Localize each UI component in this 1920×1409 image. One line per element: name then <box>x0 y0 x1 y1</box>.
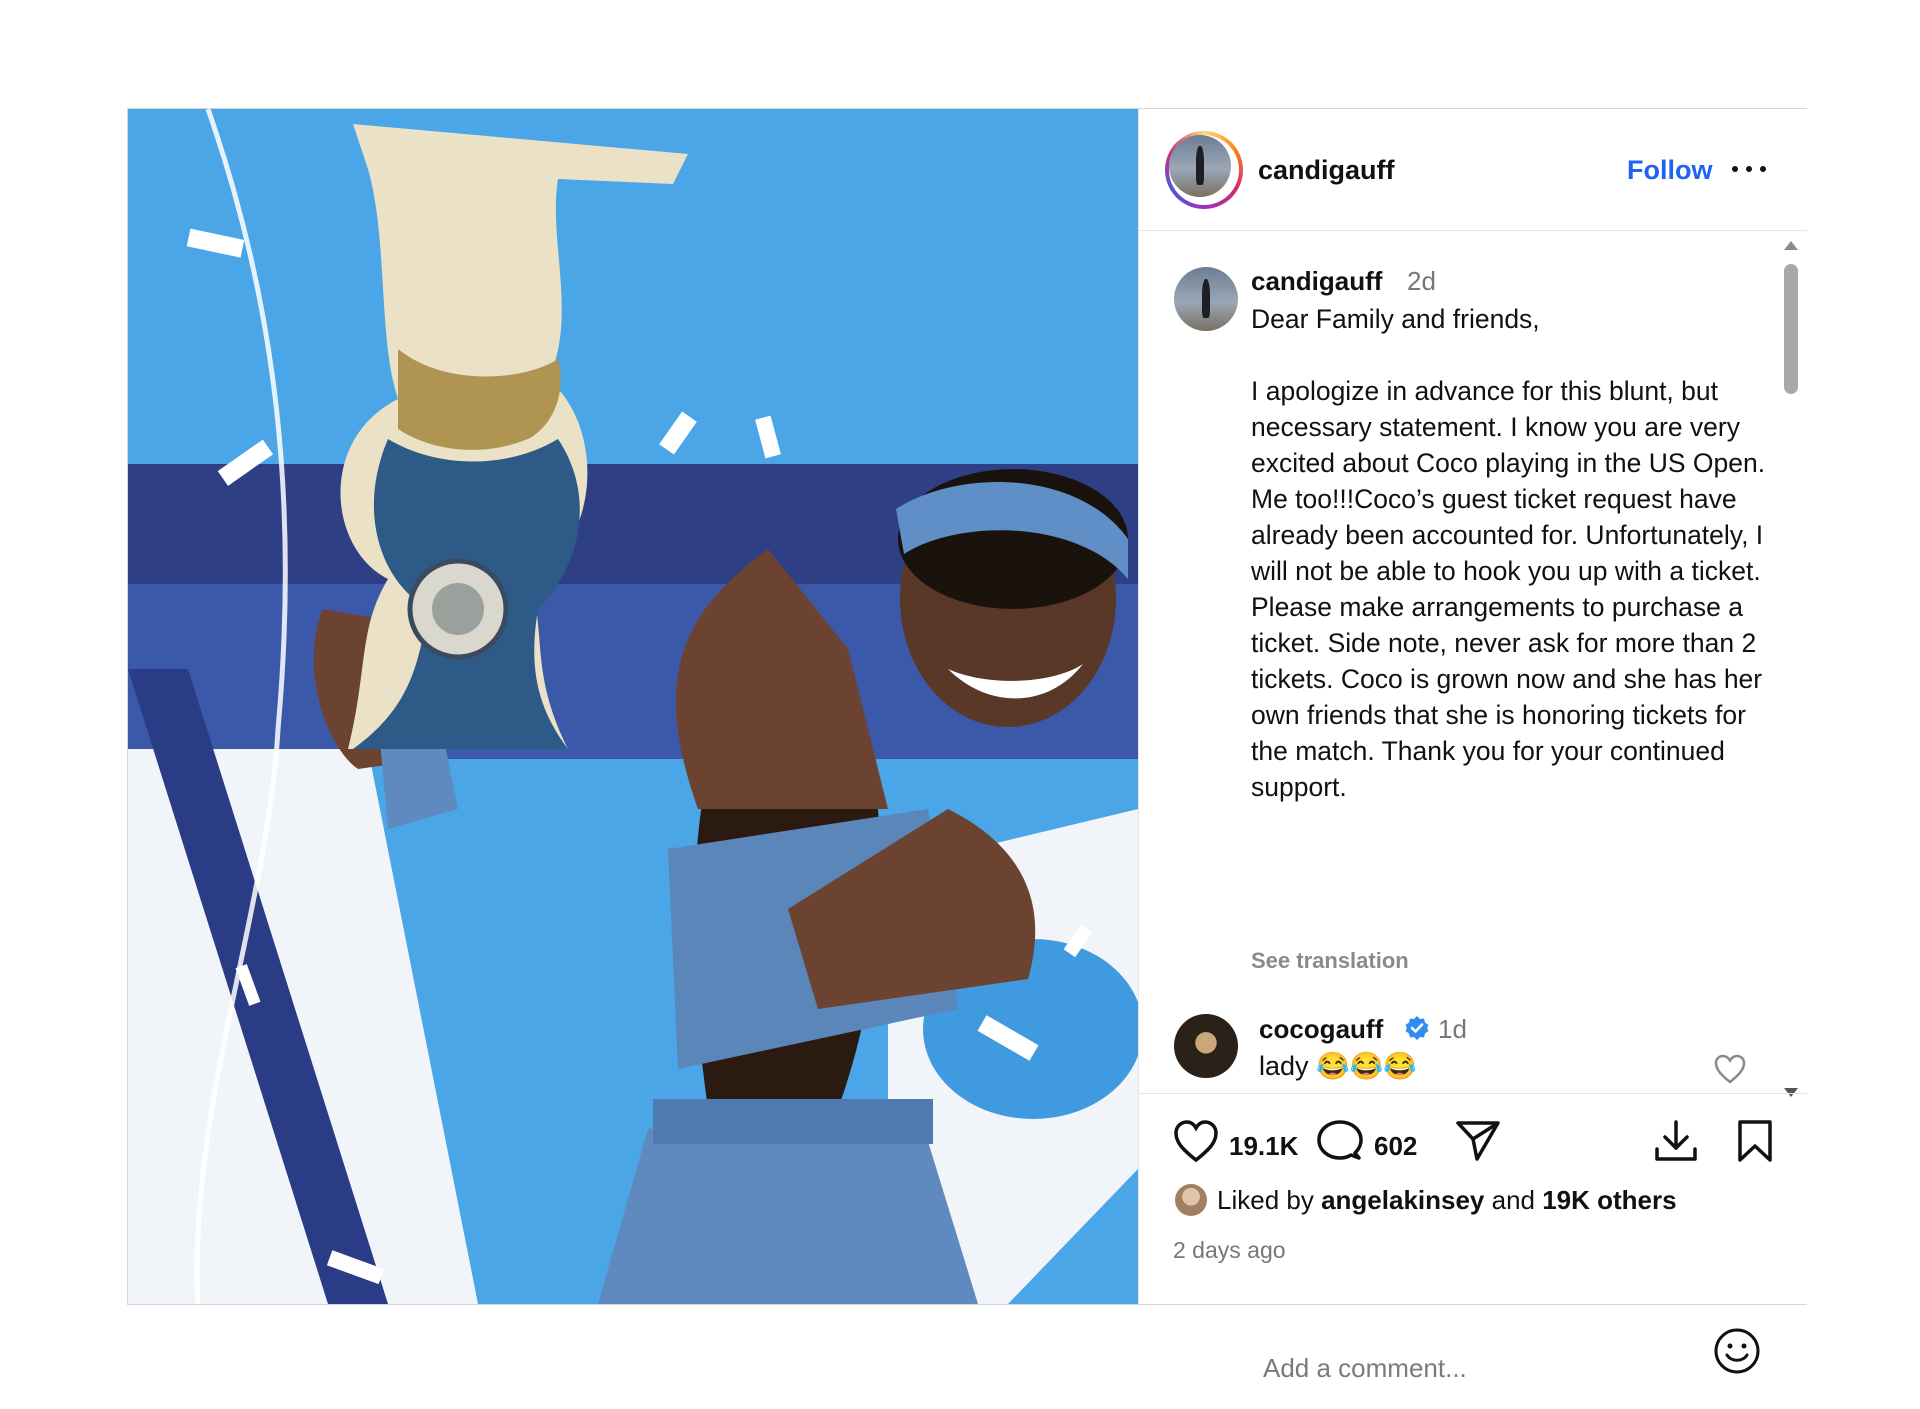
author-username[interactable]: candigauff <box>1258 155 1395 186</box>
caption-timestamp[interactable]: 2d <box>1407 266 1436 297</box>
divider <box>1139 1093 1807 1094</box>
download-icon[interactable] <box>1653 1119 1699 1163</box>
liker-avatar[interactable] <box>1175 1184 1207 1216</box>
liked-by-others[interactable]: 19K others <box>1542 1185 1676 1216</box>
post-image[interactable] <box>128 109 1138 1304</box>
instagram-post: candigauff Follow candigauff 2d Dear Fam… <box>127 108 1807 1399</box>
post-sidebar: candigauff Follow candigauff 2d Dear Fam… <box>1138 109 1807 1399</box>
caption-text: Dear Family and friends, I apologize in … <box>1251 304 1766 802</box>
author-avatar[interactable] <box>1169 135 1231 197</box>
caption-avatar[interactable] <box>1174 267 1238 331</box>
liked-by-user[interactable]: angelakinsey <box>1321 1185 1484 1216</box>
like-count[interactable]: 19.1K <box>1229 1131 1298 1162</box>
liked-by-prefix: Liked by <box>1217 1184 1322 1215</box>
action-bar: 19.1K 602 <box>1139 1119 1807 1179</box>
verified-badge-icon <box>1405 1016 1429 1040</box>
comment-text: lady 😂😂😂 <box>1259 1051 1417 1081</box>
comment-count[interactable]: 602 <box>1374 1131 1417 1162</box>
liked-by-middle: and <box>1484 1184 1543 1215</box>
comment-timestamp[interactable]: 1d <box>1438 1014 1467 1045</box>
add-comment-input[interactable] <box>1261 1337 1665 1399</box>
follow-button[interactable]: Follow <box>1627 155 1712 186</box>
share-send-icon[interactable] <box>1455 1119 1501 1163</box>
save-bookmark-icon[interactable] <box>1735 1119 1775 1163</box>
comment-username[interactable]: cocogauff <box>1259 1014 1383 1045</box>
caption-username[interactable]: candigauff <box>1251 266 1382 297</box>
scroll-up-arrow-icon[interactable] <box>1784 241 1798 250</box>
like-heart-icon[interactable] <box>1173 1119 1219 1163</box>
comment-bubble-icon[interactable] <box>1317 1119 1363 1163</box>
post-photo <box>128 109 1138 1304</box>
emoji-smiley-icon[interactable] <box>1713 1327 1761 1375</box>
post-header: candigauff Follow <box>1139 109 1807 231</box>
liked-by-line: Liked by angelakinsey and 19K others <box>1175 1184 1677 1216</box>
more-options-icon[interactable] <box>1729 153 1769 183</box>
comments-scrollbar[interactable] <box>1780 237 1802 1097</box>
scroll-thumb[interactable] <box>1784 264 1798 394</box>
see-translation-link[interactable]: See translation <box>1251 948 1409 974</box>
comment-like-heart-icon[interactable] <box>1714 1054 1746 1084</box>
post-time-ago[interactable]: 2 days ago <box>1173 1237 1286 1264</box>
comments-section[interactable]: candigauff 2d Dear Family and friends, I… <box>1139 232 1789 1092</box>
story-ring[interactable] <box>1165 131 1243 209</box>
comment-avatar[interactable] <box>1174 1014 1238 1078</box>
